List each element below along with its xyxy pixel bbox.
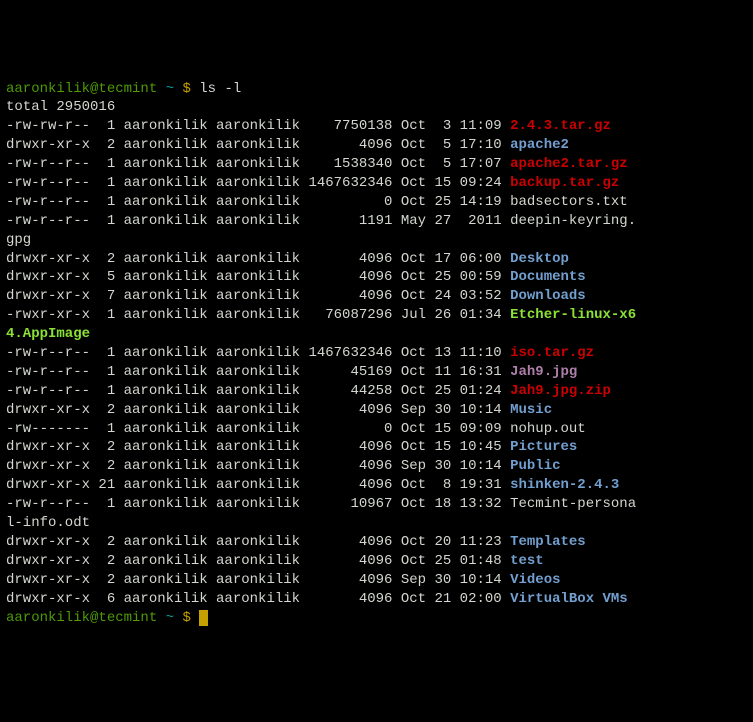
file-name: apache2.tar.gz bbox=[510, 156, 628, 172]
list-entry: drwxr-xr-x 2 aaronkilik aaronkilik 4096 … bbox=[6, 457, 747, 476]
file-name: Desktop bbox=[510, 251, 569, 267]
file-name: Jah9.jpg.zip bbox=[510, 383, 611, 399]
file-meta: drwxr-xr-x 2 aaronkilik aaronkilik 4096 … bbox=[6, 534, 510, 550]
list-entry-wrap: l-info.odt bbox=[6, 514, 747, 533]
prompt-user-host: aaronkilik@tecmint bbox=[6, 610, 166, 626]
file-meta: -rw-rw-r-- 1 aaronkilik aaronkilik 77501… bbox=[6, 118, 510, 134]
file-name: Downloads bbox=[510, 288, 586, 304]
file-name: shinken-2.4.3 bbox=[510, 477, 619, 493]
prompt-line[interactable]: aaronkilik@tecmint ~ $ bbox=[6, 609, 747, 628]
file-meta: -rw------- 1 aaronkilik aaronkilik 0 Oct… bbox=[6, 421, 510, 437]
cursor bbox=[199, 610, 207, 626]
file-meta: drwxr-xr-x 2 aaronkilik aaronkilik 4096 … bbox=[6, 458, 510, 474]
file-meta: -rw-r--r-- 1 aaronkilik aaronkilik 1191 … bbox=[6, 213, 510, 229]
file-meta: drwxr-xr-x 7 aaronkilik aaronkilik 4096 … bbox=[6, 288, 510, 304]
list-entry-wrap: gpg bbox=[6, 231, 747, 250]
list-entry: -rw-r--r-- 1 aaronkilik aaronkilik 0 Oct… bbox=[6, 193, 747, 212]
file-meta: -rw-r--r-- 1 aaronkilik aaronkilik 0 Oct… bbox=[6, 194, 510, 210]
command-text: ls -l bbox=[199, 81, 241, 97]
file-name-wrap: gpg bbox=[6, 232, 31, 248]
prompt-cwd: ~ bbox=[166, 610, 183, 626]
list-entry: drwxr-xr-x 21 aaronkilik aaronkilik 4096… bbox=[6, 476, 747, 495]
prompt-cwd: ~ bbox=[166, 81, 183, 97]
list-entry: drwxr-xr-x 2 aaronkilik aaronkilik 4096 … bbox=[6, 438, 747, 457]
list-entry: drwxr-xr-x 2 aaronkilik aaronkilik 4096 … bbox=[6, 571, 747, 590]
list-entry: -rw------- 1 aaronkilik aaronkilik 0 Oct… bbox=[6, 420, 747, 439]
file-meta: drwxr-xr-x 21 aaronkilik aaronkilik 4096… bbox=[6, 477, 510, 493]
list-entry: drwxr-xr-x 2 aaronkilik aaronkilik 4096 … bbox=[6, 250, 747, 269]
file-meta: -rwxr-xr-x 1 aaronkilik aaronkilik 76087… bbox=[6, 307, 510, 323]
list-entry: drwxr-xr-x 2 aaronkilik aaronkilik 4096 … bbox=[6, 136, 747, 155]
file-meta: -rw-r--r-- 1 aaronkilik aaronkilik 14676… bbox=[6, 345, 510, 361]
file-name: Etcher-linux-x6 bbox=[510, 307, 636, 323]
prompt-line[interactable]: aaronkilik@tecmint ~ $ ls -l bbox=[6, 80, 747, 99]
list-entry: drwxr-xr-x 2 aaronkilik aaronkilik 4096 … bbox=[6, 401, 747, 420]
file-meta: -rw-r--r-- 1 aaronkilik aaronkilik 44258… bbox=[6, 383, 510, 399]
file-name: badsectors.txt bbox=[510, 194, 628, 210]
list-entry: -rw-rw-r-- 1 aaronkilik aaronkilik 77501… bbox=[6, 117, 747, 136]
file-name: Videos bbox=[510, 572, 560, 588]
list-entry: -rw-r--r-- 1 aaronkilik aaronkilik 14676… bbox=[6, 344, 747, 363]
list-entry: -rw-r--r-- 1 aaronkilik aaronkilik 14676… bbox=[6, 174, 747, 193]
list-entry: -rw-r--r-- 1 aaronkilik aaronkilik 45169… bbox=[6, 363, 747, 382]
list-entry: drwxr-xr-x 7 aaronkilik aaronkilik 4096 … bbox=[6, 287, 747, 306]
file-meta: drwxr-xr-x 2 aaronkilik aaronkilik 4096 … bbox=[6, 251, 510, 267]
file-name: Public bbox=[510, 458, 560, 474]
prompt-dollar: $ bbox=[182, 610, 199, 626]
file-meta: drwxr-xr-x 5 aaronkilik aaronkilik 4096 … bbox=[6, 269, 510, 285]
file-meta: drwxr-xr-x 2 aaronkilik aaronkilik 4096 … bbox=[6, 572, 510, 588]
file-name: Templates bbox=[510, 534, 586, 550]
list-entry: -rw-r--r-- 1 aaronkilik aaronkilik 10967… bbox=[6, 495, 747, 514]
prompt-user-host: aaronkilik@tecmint bbox=[6, 81, 166, 97]
file-meta: -rw-r--r-- 1 aaronkilik aaronkilik 10967… bbox=[6, 496, 510, 512]
file-meta: drwxr-xr-x 2 aaronkilik aaronkilik 4096 … bbox=[6, 439, 510, 455]
terminal-output[interactable]: aaronkilik@tecmint ~ $ ls -ltotal 295001… bbox=[6, 80, 747, 628]
file-name: Documents bbox=[510, 269, 586, 285]
file-name: VirtualBox VMs bbox=[510, 591, 628, 607]
list-entry: -rw-r--r-- 1 aaronkilik aaronkilik 1191 … bbox=[6, 212, 747, 231]
file-name: nohup.out bbox=[510, 421, 586, 437]
file-name: iso.tar.gz bbox=[510, 345, 594, 361]
list-entry: drwxr-xr-x 2 aaronkilik aaronkilik 4096 … bbox=[6, 552, 747, 571]
file-name: apache2 bbox=[510, 137, 569, 153]
list-entry: -rwxr-xr-x 1 aaronkilik aaronkilik 76087… bbox=[6, 306, 747, 325]
file-name: 2.4.3.tar.gz bbox=[510, 118, 611, 134]
list-entry-wrap: 4.AppImage bbox=[6, 325, 747, 344]
file-meta: -rw-r--r-- 1 aaronkilik aaronkilik 14676… bbox=[6, 175, 510, 191]
total-line: total 2950016 bbox=[6, 98, 747, 117]
file-name-wrap: l-info.odt bbox=[6, 515, 90, 531]
file-name-wrap: 4.AppImage bbox=[6, 326, 90, 342]
file-name: backup.tar.gz bbox=[510, 175, 619, 191]
file-meta: drwxr-xr-x 2 aaronkilik aaronkilik 4096 … bbox=[6, 137, 510, 153]
list-entry: -rw-r--r-- 1 aaronkilik aaronkilik 44258… bbox=[6, 382, 747, 401]
file-meta: -rw-r--r-- 1 aaronkilik aaronkilik 45169… bbox=[6, 364, 510, 380]
file-name: Pictures bbox=[510, 439, 577, 455]
file-meta: drwxr-xr-x 2 aaronkilik aaronkilik 4096 … bbox=[6, 402, 510, 418]
list-entry: drwxr-xr-x 6 aaronkilik aaronkilik 4096 … bbox=[6, 590, 747, 609]
file-name: test bbox=[510, 553, 544, 569]
file-meta: drwxr-xr-x 6 aaronkilik aaronkilik 4096 … bbox=[6, 591, 510, 607]
file-name: Tecmint-persona bbox=[510, 496, 636, 512]
file-meta: drwxr-xr-x 2 aaronkilik aaronkilik 4096 … bbox=[6, 553, 510, 569]
file-meta: -rw-r--r-- 1 aaronkilik aaronkilik 15383… bbox=[6, 156, 510, 172]
list-entry: drwxr-xr-x 5 aaronkilik aaronkilik 4096 … bbox=[6, 268, 747, 287]
file-name: Music bbox=[510, 402, 552, 418]
file-name: Jah9.jpg bbox=[510, 364, 577, 380]
file-name: deepin-keyring. bbox=[510, 213, 636, 229]
prompt-dollar: $ bbox=[182, 81, 199, 97]
list-entry: drwxr-xr-x 2 aaronkilik aaronkilik 4096 … bbox=[6, 533, 747, 552]
list-entry: -rw-r--r-- 1 aaronkilik aaronkilik 15383… bbox=[6, 155, 747, 174]
